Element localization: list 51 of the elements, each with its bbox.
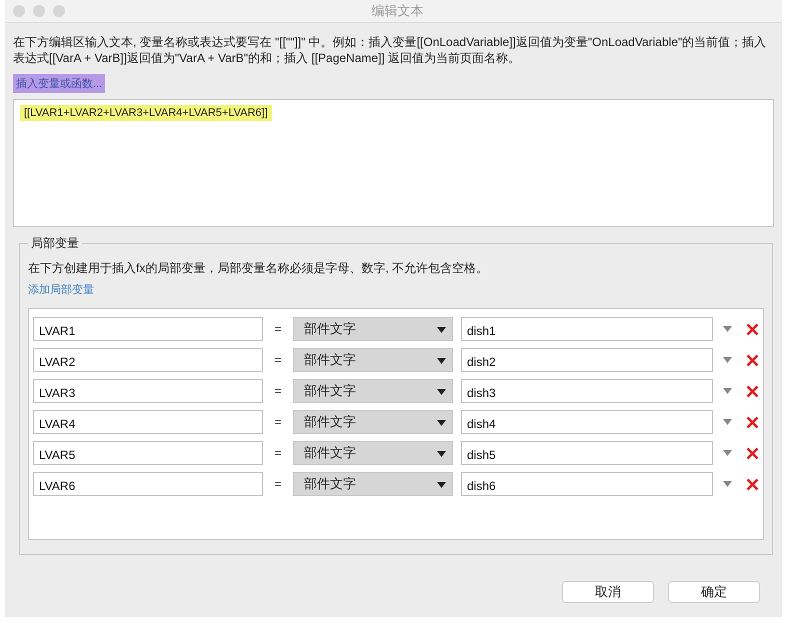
delete-icon[interactable]: [746, 322, 759, 336]
equals-sign: =: [273, 322, 282, 336]
variable-name-field[interactable]: LVAR1: [33, 317, 263, 341]
caret-icon: [437, 420, 446, 426]
type-dropdown[interactable]: 部件文字: [293, 472, 453, 496]
caret-icon[interactable]: [723, 388, 732, 394]
caret-icon[interactable]: [723, 481, 732, 487]
instructions-text: 在下方编辑区输入文本, 变量名称或表达式要写在 "[[""]]" 中。例如：插入变量[[OnLoadVariable]]返回值为变量"OnLoadVariable"的当前值；插入表达式[[VarA + VarB]]返回值为"VarA + VarB"的和；插入 [[PageName]] 返回值为当前页面名称。: [13, 35, 768, 66]
type-dropdown[interactable]: 部件文字: [293, 441, 453, 465]
variable-name-field[interactable]: LVAR3: [33, 379, 263, 403]
value-field[interactable]: dish3: [461, 379, 713, 403]
caret-icon: [437, 327, 446, 333]
window-title: 编辑文本: [372, 2, 424, 20]
caret-icon[interactable]: [723, 357, 732, 363]
value-field[interactable]: dish2: [461, 348, 713, 372]
caret-icon: [437, 482, 446, 488]
type-dropdown[interactable]: 部件文字: [293, 379, 453, 403]
cancel-button[interactable]: 取消: [562, 581, 654, 603]
type-dropdown[interactable]: 部件文字: [293, 348, 453, 372]
add-variable-link[interactable]: 添加局部变量: [28, 282, 94, 297]
value-field[interactable]: dish1: [461, 317, 713, 341]
delete-icon[interactable]: [746, 446, 759, 460]
delete-icon[interactable]: [746, 384, 759, 398]
editor-text: [[LVAR1+LVAR2+LVAR3+LVAR4+LVAR5+LVAR6]]: [20, 105, 272, 121]
group-legend: 局部变量: [28, 235, 82, 252]
value-field[interactable]: dish6: [461, 472, 713, 496]
equals-sign: =: [273, 384, 282, 398]
equals-sign: =: [273, 477, 282, 491]
value-field[interactable]: dish5: [461, 441, 713, 465]
ok-button[interactable]: 确定: [668, 581, 760, 603]
caret-icon: [437, 358, 446, 364]
variable-name-field[interactable]: LVAR5: [33, 441, 263, 465]
equals-sign: =: [273, 353, 282, 367]
caret-icon[interactable]: [723, 326, 732, 332]
caret-icon: [437, 389, 446, 395]
equals-sign: =: [273, 415, 282, 429]
delete-icon[interactable]: [746, 478, 759, 490]
value-field[interactable]: dish4: [461, 410, 713, 434]
equals-sign: =: [273, 446, 282, 460]
text-editor[interactable]: [[LVAR1+LVAR2+LVAR3+LVAR4+LVAR5+LVAR6]]: [13, 99, 774, 227]
variable-name-field[interactable]: LVAR4: [33, 410, 263, 434]
variable-name-field[interactable]: LVAR6: [33, 472, 263, 496]
variable-name-field[interactable]: LVAR2: [33, 348, 263, 372]
type-dropdown[interactable]: 部件文字: [293, 317, 453, 341]
caret-icon[interactable]: [723, 450, 732, 456]
delete-icon[interactable]: [746, 416, 759, 428]
caret-icon[interactable]: [723, 419, 732, 425]
type-dropdown[interactable]: 部件文字: [293, 410, 453, 434]
hint-text: 在下方创建用于插入fx的局部变量，局部变量名称必须是字母、数字, 不允许包含空格。: [28, 260, 490, 277]
delete-icon[interactable]: [746, 354, 759, 366]
caret-icon: [437, 451, 446, 457]
